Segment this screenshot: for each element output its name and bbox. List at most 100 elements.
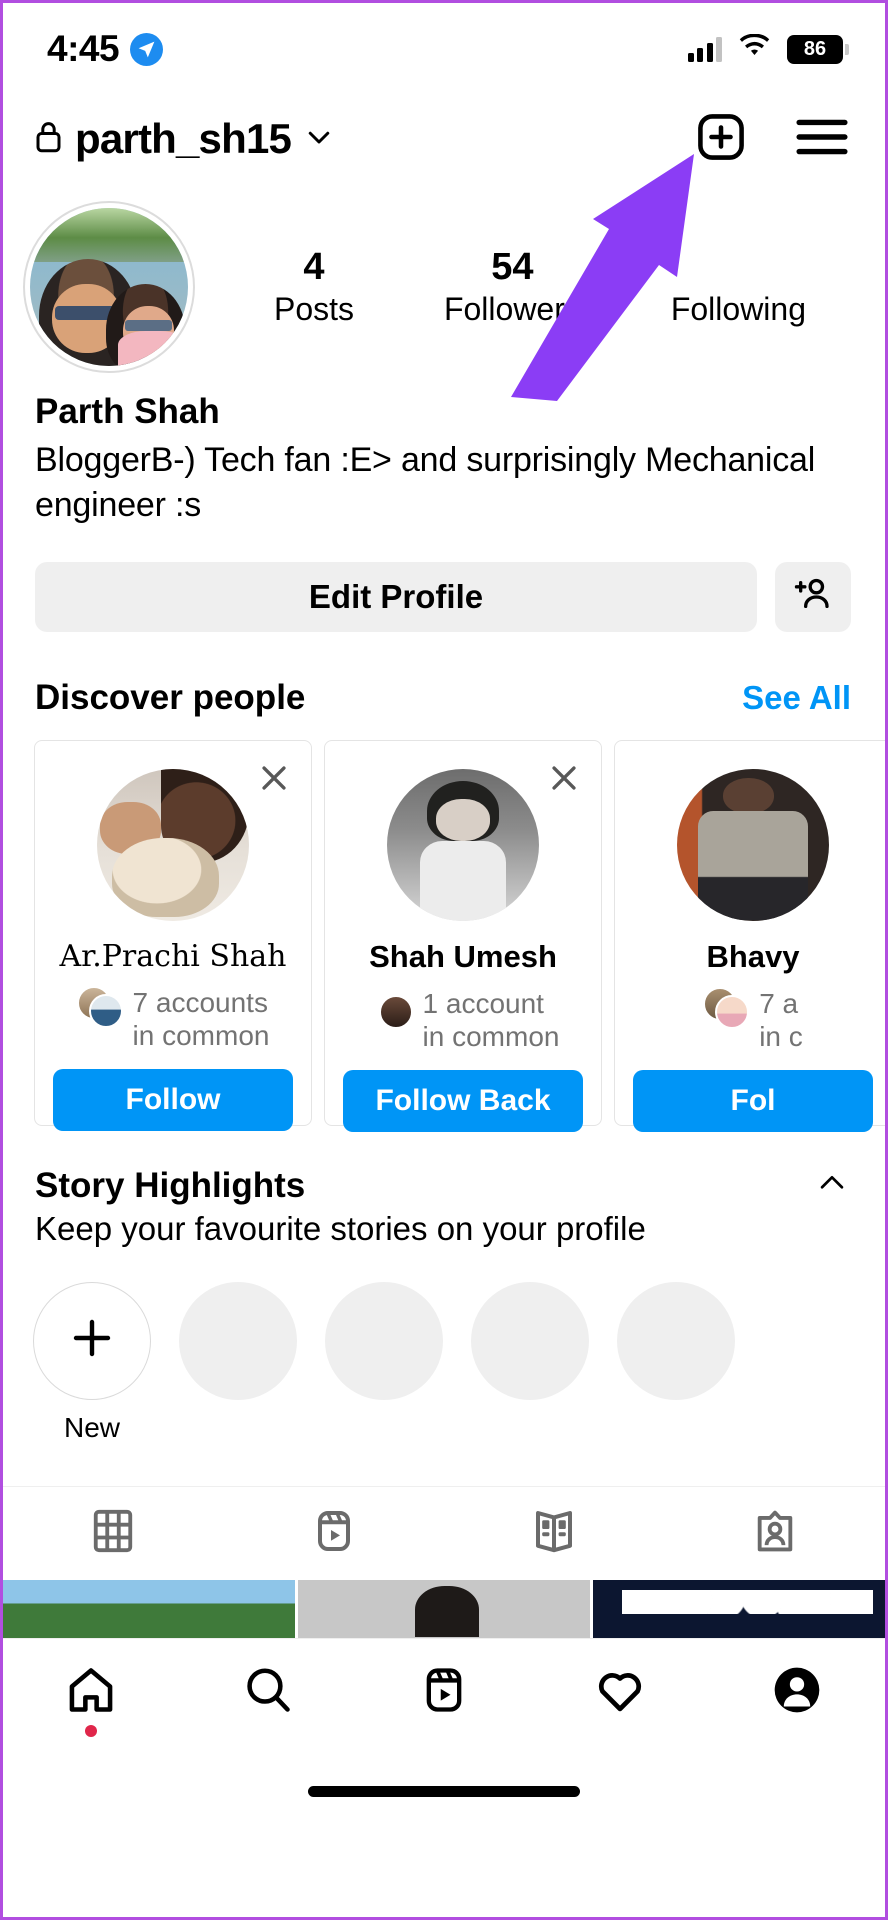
suggestion-card[interactable]: Ar.Prachi Shah 7 accounts in common Foll… [34,739,312,1131]
reels-icon [418,1664,470,1721]
highlight-placeholder[interactable] [617,1281,735,1444]
stat-following-value [671,246,806,290]
stat-posts-label: Posts [273,290,354,327]
mutual-info: 7 a in c [615,986,885,1054]
battery-indicator: 86 [787,34,849,64]
edit-profile-button[interactable]: Edit Profile [35,561,757,632]
highlight-new-circle[interactable] [33,1281,151,1400]
highlight-placeholder[interactable] [325,1281,443,1444]
stat-following[interactable]: Following [671,246,806,328]
stat-followers-value: 54 [491,245,534,288]
mutual-text: 7 accounts in common [133,986,270,1053]
follow-button[interactable]: Follow Back [343,1069,583,1132]
mutual-line-1: 7 a [759,987,799,1019]
mutual-line-2: in common [132,1020,270,1052]
suggestion-name: Bhavy [706,938,800,974]
suggestion-card[interactable]: Shah Umesh 1 account in common Follow Ba… [324,739,602,1132]
mutual-text: 7 a in c [759,987,803,1054]
plus-square-icon[interactable] [695,111,747,168]
mutual-avatars [703,986,750,1031]
suggestion-name: Ar.Prachi Shah [59,938,287,974]
story-highlights-list[interactable]: New [3,1248,885,1444]
highlight-new-label: New [63,1411,120,1443]
close-icon[interactable] [547,761,581,795]
nav-activity[interactable] [532,1663,708,1722]
story-highlights-title: Story Highlights [35,1165,306,1205]
home-badge-dot [85,1724,98,1737]
tab-guides[interactable] [444,1507,665,1560]
close-icon[interactable] [257,761,291,795]
profile-actions: Edit Profile [3,528,885,632]
username-area[interactable]: parth_sh15 [35,115,334,163]
tagged-icon [752,1508,798,1559]
add-person-button[interactable] [775,561,851,632]
story-highlights-text: Story Highlights Keep your favourite sto… [35,1166,646,1248]
discover-people-list[interactable]: Ar.Prachi Shah 7 accounts in common Foll… [3,718,885,1132]
guides-icon [530,1507,578,1560]
home-indicator [308,1785,580,1797]
avatar-image [30,208,188,366]
mutual-avatars [367,987,413,1031]
status-bar: 4:45 86 [3,3,885,95]
suggestion-avatar[interactable] [387,768,539,921]
cellular-bars-icon [687,36,722,62]
bio-text: BloggerB-) Tech fan :E> and surprisingly… [35,440,816,524]
status-time: 4:45 [47,28,120,69]
phone-screen: 4:45 86 parth_sh15 4 Posts 54 Followers … [0,0,888,1920]
tab-tagged[interactable] [665,1508,886,1559]
avatar[interactable] [23,201,195,373]
status-bar-right: 86 [687,33,849,64]
suggestion-name: Shah Umesh [369,938,557,974]
profile-avatar-icon [771,1664,823,1721]
discover-people-header: Discover people See All [3,632,885,718]
suggestion-card[interactable]: Bhavy 7 a in c Fol [614,739,885,1132]
stat-posts[interactable]: 4 Posts [274,246,354,328]
grid-icon [90,1508,136,1559]
post-thumbnail[interactable] [3,1579,295,1638]
mutual-line-1: 7 accounts [132,986,268,1018]
story-highlights-subtitle: Keep your favourite stories on your prof… [35,1209,646,1247]
content-tabs [3,1485,886,1580]
home-icon [65,1664,117,1721]
mutual-line-1: 1 account [422,987,544,1019]
heart-icon [593,1663,647,1722]
see-all-link[interactable]: See All [742,679,851,717]
nav-home[interactable] [3,1664,179,1737]
lock-icon [35,120,62,158]
suggestion-avatar[interactable] [677,768,829,921]
highlight-placeholder[interactable] [179,1281,297,1444]
stat-posts-value: 4 [303,245,325,288]
hamburger-menu-icon[interactable] [795,116,849,163]
profile-header: parth_sh15 [3,95,885,183]
highlight-placeholder[interactable] [471,1281,589,1444]
stat-followers[interactable]: 54 Followers [444,246,581,328]
highlight-new[interactable]: New [33,1281,151,1444]
discover-people-title: Discover people [35,677,306,717]
battery-level: 86 [803,37,827,60]
nav-search[interactable] [179,1664,355,1721]
add-person-icon [793,574,833,619]
chevron-down-icon[interactable] [304,122,334,157]
follow-button[interactable]: Follow [53,1068,293,1131]
wifi-icon [738,33,771,64]
stat-followers-label: Followers [443,290,581,327]
nav-profile[interactable] [709,1664,885,1721]
plus-icon [68,1314,116,1367]
post-thumbnail[interactable] [298,1579,590,1638]
posts-grid[interactable] [3,1579,885,1638]
suggestion-avatar[interactable] [97,768,249,921]
mutual-line-2: in c [759,1021,803,1053]
nav-reels[interactable] [356,1664,532,1721]
follow-button[interactable]: Fol [633,1069,873,1132]
mutual-info: 1 account in common [325,987,601,1054]
username-label: parth_sh15 [75,115,292,162]
search-icon [242,1664,294,1721]
display-name: Parth Shah [35,392,220,431]
mutual-line-2: in common [422,1021,560,1053]
reels-icon [310,1507,358,1560]
chevron-up-icon[interactable] [815,1166,849,1205]
tab-grid[interactable] [3,1508,224,1559]
mutual-info: 7 accounts in common [35,985,311,1053]
post-thumbnail[interactable] [593,1579,885,1638]
tab-reels[interactable] [224,1507,445,1560]
